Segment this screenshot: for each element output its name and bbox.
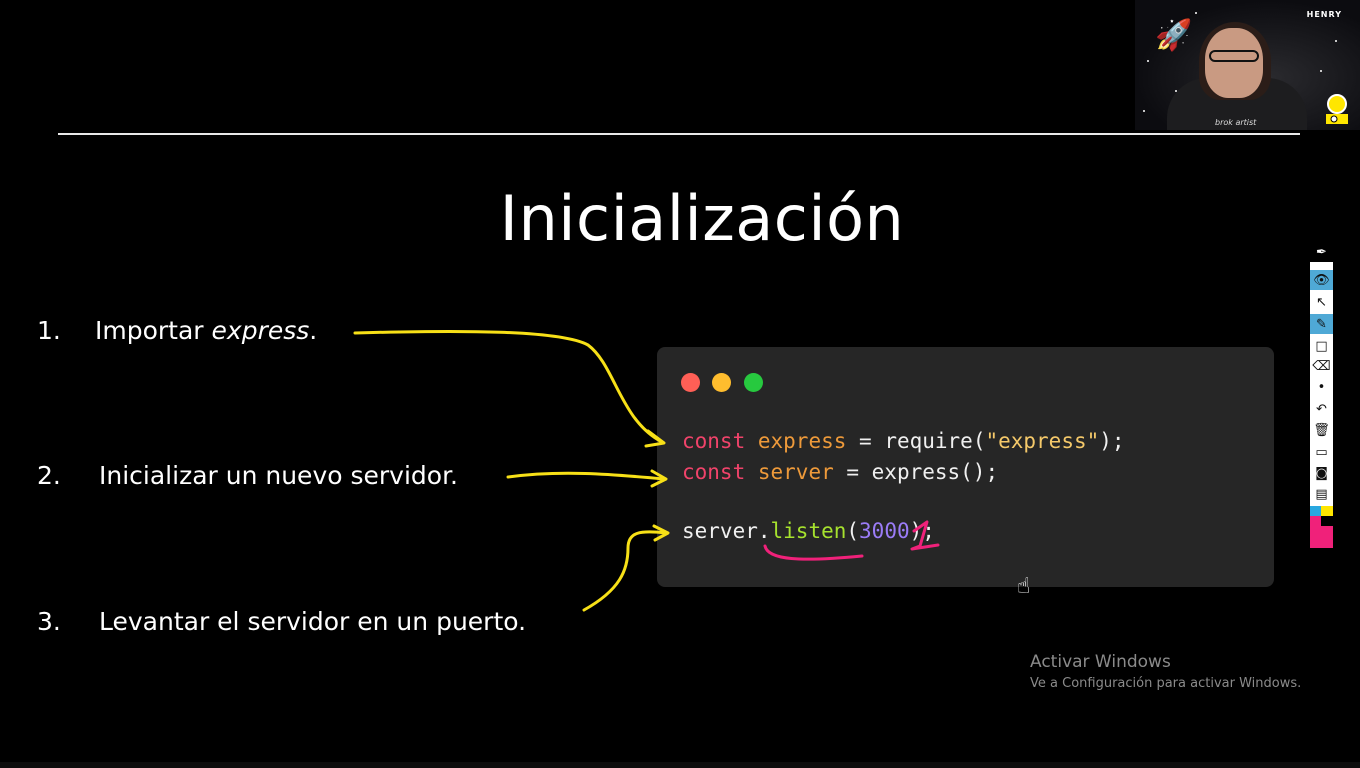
bottom-strip: [0, 762, 1360, 768]
arrow-3: [582, 530, 668, 612]
color-swatch-pink-left[interactable]: [1310, 516, 1321, 526]
trash-icon[interactable]: 🗑: [1310, 420, 1333, 440]
color-swatch-pink[interactable]: [1310, 526, 1333, 548]
watermark-subtitle: Ve a Configuración para activar Windows.: [1030, 676, 1302, 691]
presenter-face: [1205, 28, 1263, 98]
step-3-text: Levantar el servidor en un puerto.: [99, 607, 527, 636]
arrow-2: [506, 471, 666, 481]
shirt-text: brok artist: [1215, 118, 1257, 127]
window-close-dot: [681, 373, 700, 392]
code-window: const express = require("express"); cons…: [657, 347, 1274, 587]
highlighter-icon[interactable]: ✎: [1310, 314, 1333, 334]
rocket-icon: 🚀: [1155, 18, 1193, 53]
dot-icon[interactable]: •: [1310, 377, 1333, 397]
slide-title: Inicialización: [499, 182, 905, 255]
step-3-number: 3.: [37, 607, 61, 636]
pointer-icon[interactable]: ↖: [1310, 292, 1333, 312]
color-swatch-yellow[interactable]: [1321, 506, 1333, 516]
windows-activation-watermark: Activar Windows Ve a Configuración para …: [1030, 652, 1301, 691]
eraser-icon[interactable]: ⌫: [1310, 356, 1333, 376]
eye-icon[interactable]: 👁: [1310, 270, 1333, 290]
code-line-3: server.listen(3000);: [682, 519, 935, 543]
camera-icon[interactable]: ◙: [1310, 463, 1333, 483]
code-line-1: const express = require("express");: [682, 429, 1125, 453]
brand-logo: HENRY: [1306, 10, 1342, 19]
pen-icon[interactable]: ✒: [1310, 242, 1333, 262]
watermark-title: Activar Windows: [1030, 652, 1171, 672]
henry-mascot-icon: [1326, 94, 1348, 124]
header-divider: [58, 133, 1300, 135]
step-2-number: 2.: [37, 461, 61, 490]
color-swatch-blue[interactable]: [1310, 506, 1321, 516]
step-1-number: 1.: [37, 316, 61, 345]
arrow-1: [353, 329, 664, 444]
monitor-icon[interactable]: ▭: [1310, 442, 1333, 462]
rectangle-icon[interactable]: □: [1310, 336, 1333, 356]
window-minimize-dot: [712, 373, 731, 392]
color-swatch-black[interactable]: [1321, 516, 1333, 526]
hand-cursor-icon: ☝: [1017, 574, 1031, 599]
presenter-glasses: [1209, 50, 1259, 62]
step-2-text: Inicializar un nuevo servidor.: [99, 461, 458, 490]
window-maximize-dot: [744, 373, 763, 392]
annotation-toolbar: ✒ 👁 ↖ ✎ □ ⌫ • ↶ 🗑 ▭ ◙ ▤: [1310, 242, 1333, 548]
clipboard-icon[interactable]: ▤: [1310, 484, 1333, 504]
step-1-text: Importar express.: [95, 316, 318, 345]
webcam-overlay: 🚀 brok artist HENRY: [1135, 0, 1360, 130]
code-line-2: const server = express();: [682, 460, 999, 484]
undo-icon[interactable]: ↶: [1310, 399, 1333, 419]
